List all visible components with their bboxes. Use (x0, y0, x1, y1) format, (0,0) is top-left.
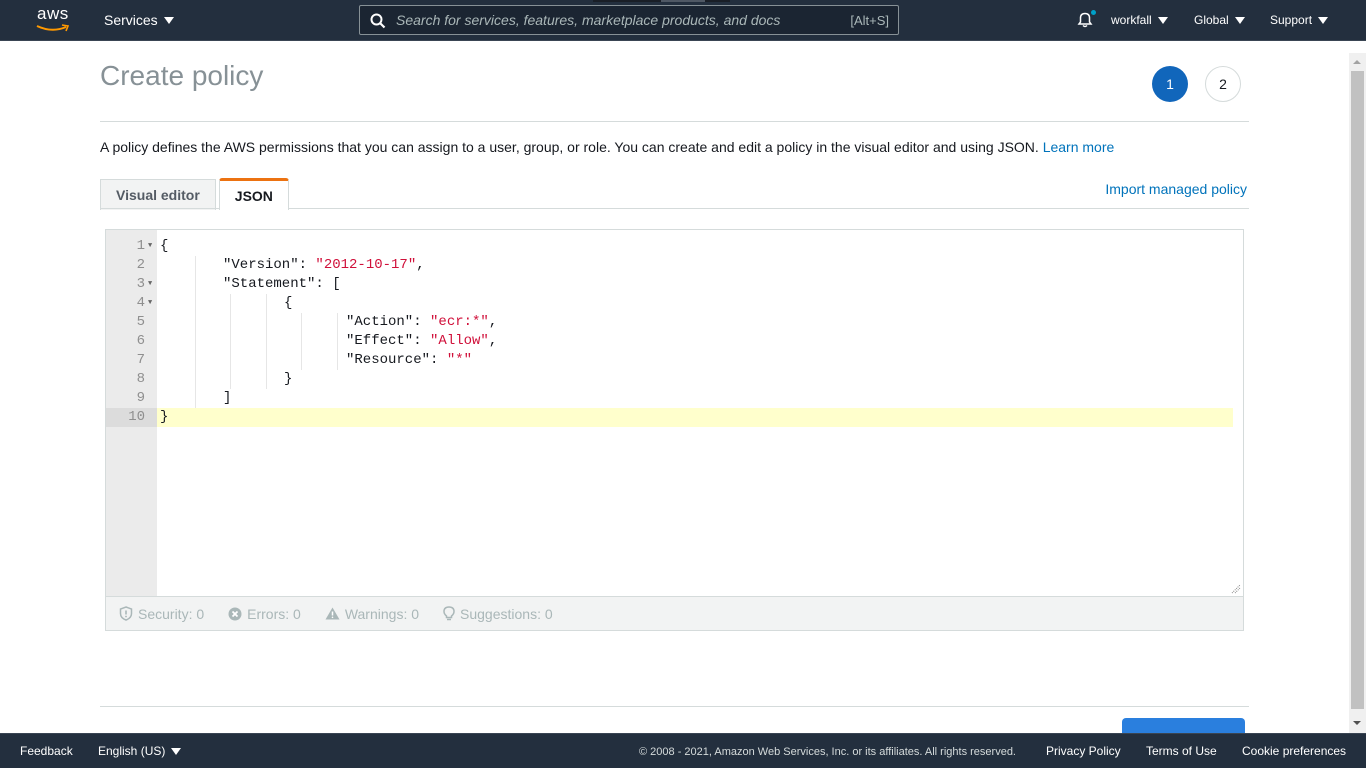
page-scrollbar[interactable] (1349, 53, 1366, 733)
aws-logo-text: aws (37, 4, 69, 23)
security-label: Security: 0 (138, 605, 205, 622)
scrollbar-thumb[interactable] (1351, 71, 1364, 709)
tab-visual-editor[interactable]: Visual editor (100, 179, 216, 210)
caret-down-icon (1157, 16, 1168, 24)
code-text: "Effect": "Allow", (346, 333, 498, 349)
terms-of-use-link[interactable]: Terms of Use (1146, 744, 1217, 758)
search-shortcut: [Alt+S] (850, 13, 889, 28)
top-indicator (593, 0, 730, 2)
divider (100, 706, 1249, 707)
errors-status[interactable]: Errors: 0 (228, 606, 301, 622)
line-number: 7 (136, 352, 145, 368)
notification-dot (1091, 10, 1096, 15)
code-text: "Action": "ecr:*", (346, 314, 498, 330)
code-area[interactable]: 1 ▼ { 2 "Version": "2012-10-17", 3 ▼ "St… (106, 230, 1243, 597)
lightbulb-icon (443, 606, 455, 621)
divider (100, 121, 1249, 122)
footer: Feedback English (US) © 2008 - 2021, Ama… (0, 733, 1366, 768)
line-number: 9 (136, 390, 145, 406)
code-line: 2 "Version": "2012-10-17", (106, 256, 1233, 275)
account-label: workfall (1111, 13, 1152, 27)
aws-smile-icon (36, 24, 70, 32)
error-icon (228, 607, 242, 620)
search-input[interactable] (396, 10, 836, 30)
code-line: 6 "Effect": "Allow", (106, 332, 1233, 351)
resize-handle-icon[interactable] (1231, 584, 1241, 594)
suggestions-label: Suggestions: 0 (460, 605, 553, 622)
security-status[interactable]: Security: 0 (119, 606, 204, 622)
errors-label: Errors: 0 (247, 605, 301, 622)
search-bar[interactable]: [Alt+S] (359, 5, 899, 35)
validation-status-bar: Security: 0 Errors: 0 Warnings: 0 Sugges… (106, 597, 1243, 630)
caret-down-icon (163, 16, 174, 24)
code-text: } (160, 409, 169, 425)
code-line: 9 ] (106, 389, 1233, 408)
scroll-down-arrow-icon[interactable] (1353, 721, 1361, 725)
language-selector[interactable]: English (US) (98, 744, 182, 758)
shield-icon (119, 606, 133, 621)
line-number: 6 (136, 333, 145, 349)
code-text: } (284, 371, 293, 387)
region-menu[interactable]: Global (1194, 13, 1245, 27)
code-text: "Version": "2012-10-17", (223, 257, 425, 273)
line-number: 4 (136, 295, 145, 311)
line-number: 8 (136, 371, 145, 387)
warnings-status[interactable]: Warnings: 0 (325, 606, 419, 622)
caret-down-icon (1234, 16, 1245, 24)
services-menu[interactable]: Services (104, 12, 174, 28)
warning-icon (325, 607, 340, 620)
search-icon (370, 13, 386, 29)
learn-more-link[interactable]: Learn more (1043, 139, 1115, 155)
editor-tabs: Visual editor JSON (100, 178, 289, 210)
code-line-active: 10 } (106, 408, 1233, 427)
fold-arrow-icon[interactable]: ▼ (148, 237, 152, 256)
page-title: Create policy (100, 60, 264, 91)
code-line: 3 ▼ "Statement": [ (106, 275, 1233, 294)
caret-down-icon (171, 747, 182, 755)
feedback-link[interactable]: Feedback (20, 744, 73, 758)
code-text: { (284, 295, 293, 311)
support-label: Support (1270, 13, 1313, 27)
support-menu[interactable]: Support (1270, 13, 1329, 27)
code-text: "Statement": [ (223, 276, 341, 292)
fold-arrow-icon[interactable]: ▼ (148, 275, 152, 294)
line-number: 2 (136, 257, 145, 273)
code-text: "Resource": "*" (346, 352, 473, 368)
copyright-text: © 2008 - 2021, Amazon Web Services, Inc.… (639, 746, 1016, 758)
page-description: A policy defines the AWS permissions tha… (100, 139, 1114, 155)
code-line: 4 ▼ { (106, 294, 1233, 313)
code-line: 1 ▼ { (106, 237, 1233, 256)
aws-logo[interactable]: aws (36, 4, 72, 34)
suggestions-status[interactable]: Suggestions: 0 (443, 606, 553, 622)
code-line: 8 } (106, 370, 1233, 389)
fold-arrow-icon[interactable]: ▼ (148, 294, 152, 313)
line-number: 1 (136, 238, 145, 254)
line-number: 3 (136, 276, 145, 292)
code-line: 5 "Action": "ecr:*", (106, 313, 1233, 332)
region-label: Global (1194, 13, 1229, 27)
privacy-policy-link[interactable]: Privacy Policy (1046, 744, 1121, 758)
notifications-button[interactable] (1076, 10, 1096, 33)
account-menu[interactable]: workfall (1111, 13, 1168, 27)
code-text: ] (223, 390, 232, 406)
tab-json[interactable]: JSON (218, 178, 289, 210)
step-1[interactable]: 1 (1152, 66, 1188, 102)
step-2[interactable]: 2 (1205, 66, 1241, 102)
code-line: 7 "Resource": "*" (106, 351, 1233, 370)
scroll-up-arrow-icon[interactable] (1353, 60, 1361, 64)
top-navigation: aws Services [Alt+S] workfall Global Sup… (0, 0, 1366, 41)
wizard-steps: 1 2 (1152, 66, 1241, 102)
cookie-preferences-link[interactable]: Cookie preferences (1242, 744, 1346, 758)
warnings-label: Warnings: 0 (344, 605, 420, 622)
services-label: Services (104, 12, 158, 28)
import-managed-policy-link[interactable]: Import managed policy (1105, 181, 1247, 197)
caret-down-icon (1318, 16, 1329, 24)
line-number: 10 (106, 408, 157, 427)
code-text: { (160, 238, 169, 254)
language-label: English (US) (98, 744, 166, 758)
description-text: A policy defines the AWS permissions tha… (100, 139, 1039, 155)
json-editor: 1 ▼ { 2 "Version": "2012-10-17", 3 ▼ "St… (105, 229, 1244, 631)
line-number: 5 (136, 314, 145, 330)
